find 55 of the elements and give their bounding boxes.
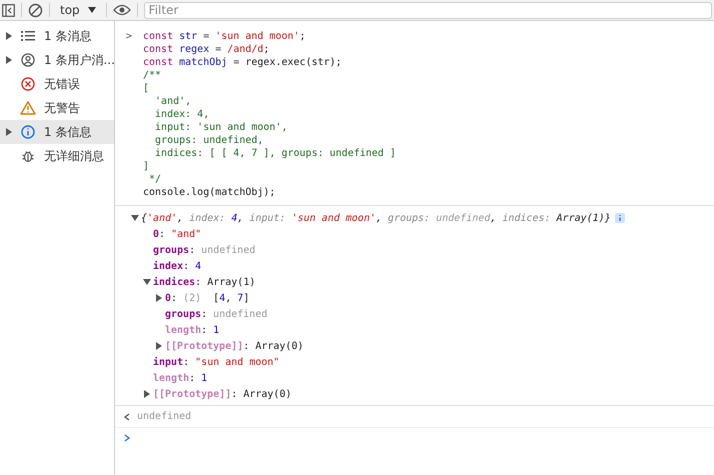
console-text: const regex = /and/d; — [143, 44, 270, 55]
sidebar-item[interactable]: 无详细消息 — [0, 144, 114, 168]
error-icon — [21, 77, 35, 91]
sidebar-item[interactable]: 1 条信息 — [0, 120, 114, 144]
console-text: indices: Array(1) — [153, 276, 256, 288]
console-text: [[Prototype]]: Array(0) — [153, 388, 292, 400]
console-text: length: 1 — [165, 324, 220, 336]
console-text: 'and', — [154, 96, 192, 107]
console-text: {'and', index: 4, input: 'sun and moon', groups: undefined, indices: Array(1)} — [141, 212, 611, 224]
sidebar-item[interactable]: 1 条用户消... — [0, 48, 114, 72]
console-text: /** — [143, 70, 162, 81]
sidebar-item[interactable]: 无警告 — [0, 96, 114, 120]
console-text: */ — [148, 174, 162, 185]
console-text: groups: undefined — [153, 244, 256, 256]
clear-console-icon[interactable] — [28, 2, 43, 18]
warning-icon — [20, 101, 36, 115]
expand-arrow-icon[interactable] — [5, 32, 13, 40]
console-text: length: 1 — [153, 372, 208, 384]
prompt-chevron-icon[interactable] — [123, 434, 131, 442]
console-text: ] — [143, 161, 150, 172]
context-dropdown[interactable]: top — [56, 1, 100, 19]
expand-arrow-icon[interactable] — [143, 390, 151, 398]
console-text: groups: undefined — [165, 308, 268, 320]
info-icon — [21, 125, 35, 139]
collapse-arrow-icon[interactable] — [131, 214, 139, 222]
user-icon — [21, 53, 35, 67]
console-text: input: 'sun and moon', — [154, 122, 288, 133]
caret-icon — [88, 7, 96, 13]
expand-arrow-icon[interactable] — [155, 342, 163, 350]
console-text: 0: "and" — [153, 228, 202, 240]
filter-field[interactable]: Filter — [144, 2, 712, 18]
expand-arrow-icon[interactable] — [5, 128, 13, 136]
eye-icon[interactable] — [112, 4, 131, 16]
console-text: const matchObj = regex.exec(str); — [143, 57, 342, 68]
console-text: const str = 'sun and moon'; — [143, 31, 306, 42]
sidebar-toggle-icon[interactable] — [2, 4, 15, 16]
console-text: index: 4, — [154, 109, 210, 120]
console-text: index: 4 — [153, 260, 202, 272]
console-text: indices: [ [ 4, 7 ], groups: undefined ] — [154, 148, 396, 159]
info-badge-icon[interactable] — [614, 213, 625, 223]
input-prompt: > — [124, 30, 134, 44]
console-text: 0: (2) [4, 7] — [165, 292, 250, 304]
expand-arrow-icon[interactable] — [155, 294, 163, 302]
expand-arrow-icon[interactable] — [5, 56, 13, 64]
console-text: [[Prototype]]: Array(0) — [165, 340, 304, 352]
bug-icon — [21, 149, 35, 163]
console-text: groups: undefined, — [154, 135, 264, 146]
result-text: undefined — [137, 410, 192, 423]
sidebar-item[interactable]: 无错误 — [0, 72, 114, 96]
console-text: console.log(matchObj); — [143, 187, 276, 198]
console-text: input: "sun and moon" — [153, 356, 280, 368]
collapse-arrow-icon[interactable] — [143, 278, 151, 286]
console-text: [ — [143, 83, 150, 94]
sidebar-item[interactable]: 1 条消息 — [0, 24, 114, 48]
list-icon — [21, 30, 35, 42]
